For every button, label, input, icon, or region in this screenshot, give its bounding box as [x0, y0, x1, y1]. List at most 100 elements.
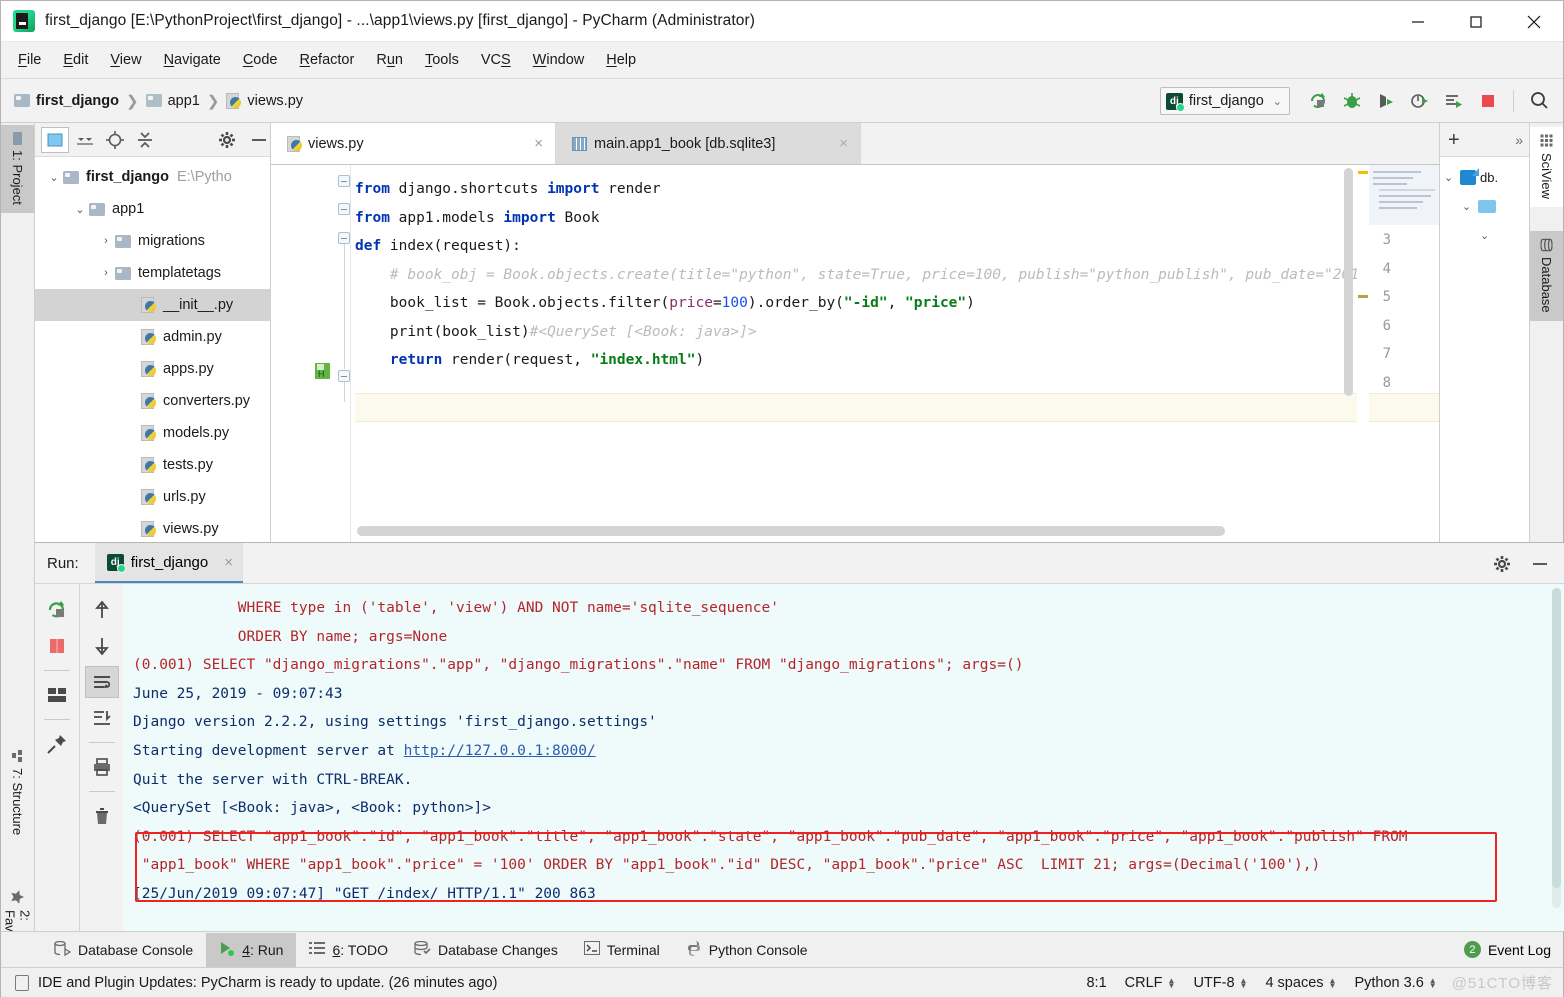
tree-item-tests-py[interactable]: tests.py: [35, 449, 270, 481]
add-datasource-button[interactable]: +: [1448, 130, 1460, 150]
tree-item-templatetags[interactable]: › templatetags: [35, 257, 270, 289]
menu-file[interactable]: File: [7, 49, 52, 71]
database-tree[interactable]: ⌄ db. ⌄ ⌄: [1440, 157, 1531, 250]
breadcrumb-app1[interactable]: app1: [145, 93, 200, 109]
expand-arrows-icon[interactable]: [71, 127, 99, 153]
minimize-button[interactable]: [1389, 1, 1447, 42]
menu-navigate[interactable]: Navigate: [153, 49, 232, 71]
close-icon[interactable]: ×: [224, 554, 233, 571]
chevron-down-icon[interactable]: ⌄: [1444, 171, 1460, 184]
run-console-output[interactable]: WHERE type in ('table', 'view') AND NOT …: [123, 584, 1564, 931]
tree-item-admin-py[interactable]: admin.py: [35, 321, 270, 353]
db-node-tables[interactable]: ⌄: [1440, 221, 1531, 250]
fold-region-column[interactable]: [337, 165, 351, 542]
bottom-tab-python-console[interactable]: Python Console: [673, 933, 821, 967]
menu-edit[interactable]: Edit: [52, 49, 99, 71]
soft-wrap-button[interactable]: [84, 666, 119, 698]
indent-selector[interactable]: 4 spaces ▲ ▼: [1256, 975, 1345, 991]
tree-item-apps-py[interactable]: apps.py: [35, 353, 270, 385]
chevron-down-icon[interactable]: ⌄: [1480, 229, 1496, 242]
db-node-root[interactable]: ⌄ db.: [1440, 163, 1531, 192]
menu-view[interactable]: View: [99, 49, 152, 71]
profile-button[interactable]: [1404, 85, 1436, 117]
bottom-tab-terminal[interactable]: Terminal: [571, 933, 673, 967]
status-message[interactable]: IDE and Plugin Updates: PyCharm is ready…: [15, 974, 497, 991]
bookmark-marker[interactable]: H: [315, 363, 330, 379]
db-node-schema[interactable]: ⌄: [1440, 192, 1531, 221]
arrow-up-icon[interactable]: [85, 594, 119, 626]
chevron-right-icon[interactable]: ›: [97, 267, 115, 279]
close-button[interactable]: [1505, 1, 1563, 42]
tasks-icon[interactable]: [40, 679, 74, 711]
chevron-down-icon[interactable]: ⌄: [71, 203, 89, 216]
bottom-tab-database-changes[interactable]: Database Changes: [401, 933, 571, 967]
trash-icon[interactable]: [85, 800, 119, 832]
menu-tools[interactable]: Tools: [414, 49, 470, 71]
dev-server-url-link[interactable]: http://127.0.0.1:8000/: [404, 743, 596, 759]
expand-toolbar-icon[interactable]: »: [1515, 132, 1523, 148]
menu-refactor[interactable]: Refactor: [289, 49, 366, 71]
tab-main-app1-book[interactable]: main.app1_book [db.sqlite3] ×: [556, 123, 861, 164]
crosshair-icon[interactable]: [101, 127, 129, 153]
bottom-tab-database-console[interactable]: Database Console: [41, 933, 206, 967]
interpreter-selector[interactable]: Python 3.6 ▲ ▼: [1345, 975, 1445, 991]
fold-marker[interactable]: [338, 203, 350, 215]
editor-vertical-scrollbar[interactable]: [1344, 168, 1353, 396]
tree-item-first-django[interactable]: ⌄ first_django E:\Pytho: [35, 161, 270, 193]
sidebar-item-database[interactable]: Database: [1530, 231, 1563, 321]
tree-item-app1[interactable]: ⌄ app1: [35, 193, 270, 225]
tree-item--init-py[interactable]: __init__.py: [35, 289, 270, 321]
bottom-tab-run[interactable]: 4: Run: [206, 932, 297, 967]
breadcrumb-first_django[interactable]: first_django: [14, 93, 119, 109]
menu-run[interactable]: Run: [365, 49, 414, 71]
rerun-button[interactable]: [40, 594, 74, 626]
collapse-all-icon[interactable]: [131, 127, 159, 153]
fold-marker[interactable]: [338, 370, 350, 382]
console-vertical-scrollbar[interactable]: [1552, 588, 1561, 908]
encoding-selector[interactable]: UTF-8 ▲ ▼: [1184, 975, 1256, 991]
printer-icon[interactable]: [85, 751, 119, 783]
tab-views-py[interactable]: views.py ×: [271, 123, 556, 164]
sidebar-item-sciview[interactable]: SciView: [1530, 127, 1563, 208]
debug-button[interactable]: [1336, 85, 1368, 117]
chevron-right-icon[interactable]: ›: [97, 235, 115, 247]
arrow-down-icon[interactable]: [85, 630, 119, 662]
tree-item-views-py[interactable]: views.py: [35, 513, 270, 542]
sidebar-item-structure[interactable]: 7: Structure: [1, 743, 34, 843]
rerun-button[interactable]: [1302, 85, 1334, 117]
select-opened-file-button[interactable]: [41, 126, 69, 153]
menu-help[interactable]: Help: [595, 49, 647, 71]
caret-position[interactable]: 8:1: [1077, 975, 1115, 991]
menu-window[interactable]: Window: [522, 49, 596, 71]
pin-icon[interactable]: [40, 728, 74, 760]
close-icon[interactable]: ×: [534, 135, 543, 152]
fold-marker[interactable]: [338, 175, 350, 187]
bottom-tab-todo[interactable]: 6: TODO: [296, 933, 401, 967]
search-everywhere-icon[interactable]: [1523, 85, 1555, 117]
editor-horizontal-scrollbar[interactable]: [357, 526, 1225, 536]
tree-item-converters-py[interactable]: converters.py: [35, 385, 270, 417]
fold-marker[interactable]: [338, 232, 350, 244]
run-configuration-selector[interactable]: dj first_django ⌄: [1159, 87, 1290, 115]
scroll-to-end-icon[interactable]: [85, 702, 119, 734]
menu-code[interactable]: Code: [232, 49, 289, 71]
tree-item-migrations[interactable]: › migrations: [35, 225, 270, 257]
stop-button[interactable]: [40, 630, 74, 662]
event-log-label[interactable]: Event Log: [1488, 942, 1551, 958]
chevron-down-icon[interactable]: ⌄: [45, 171, 63, 184]
gear-icon[interactable]: [1485, 548, 1519, 580]
stop-button[interactable]: [1472, 85, 1504, 117]
maximize-button[interactable]: [1447, 1, 1505, 42]
breadcrumb-views-py[interactable]: views.py: [226, 92, 303, 109]
run-tab-first_django[interactable]: dj first_django ×: [94, 543, 244, 583]
gear-icon[interactable]: [213, 127, 241, 153]
attach-debugger-button[interactable]: [1438, 85, 1470, 117]
hide-panel-button[interactable]: [245, 127, 273, 153]
line-separator-selector[interactable]: CRLF ▲ ▼: [1116, 975, 1185, 991]
tree-item-models-py[interactable]: models.py: [35, 417, 270, 449]
error-stripe-gutter[interactable]: [1357, 165, 1369, 542]
run-with-coverage-button[interactable]: [1370, 85, 1402, 117]
code-editor[interactable]: 12345678 H from django.shortcuts import …: [271, 165, 1439, 542]
chevron-down-icon[interactable]: ⌄: [1462, 200, 1478, 213]
close-icon[interactable]: ×: [839, 135, 848, 152]
